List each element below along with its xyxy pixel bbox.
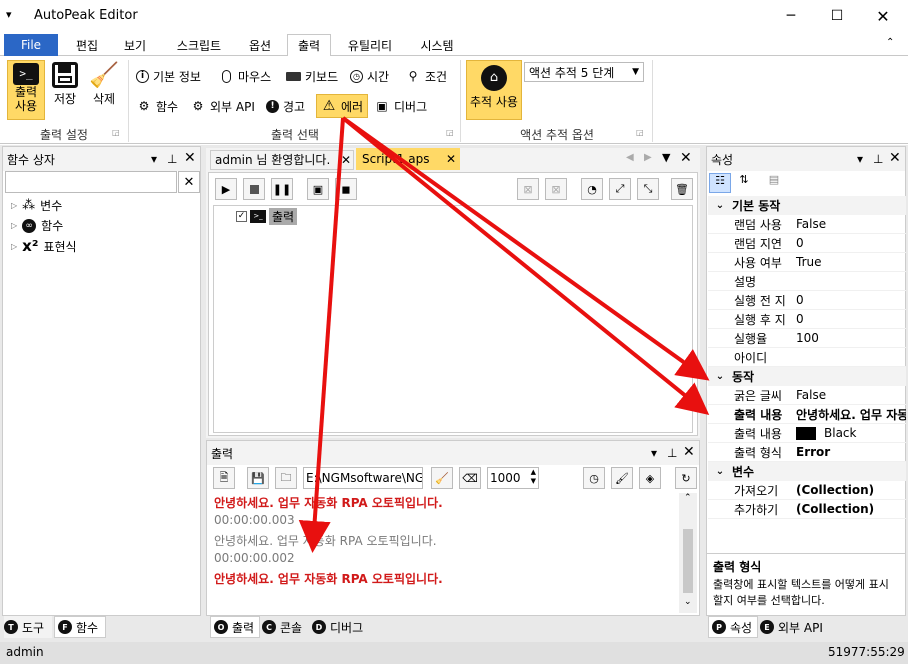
arrow-to-action-category [341,116,710,381]
arrow-to-output-line [298,117,345,553]
arrow-to-output-content [341,116,710,416]
annotation-arrows [298,116,710,553]
